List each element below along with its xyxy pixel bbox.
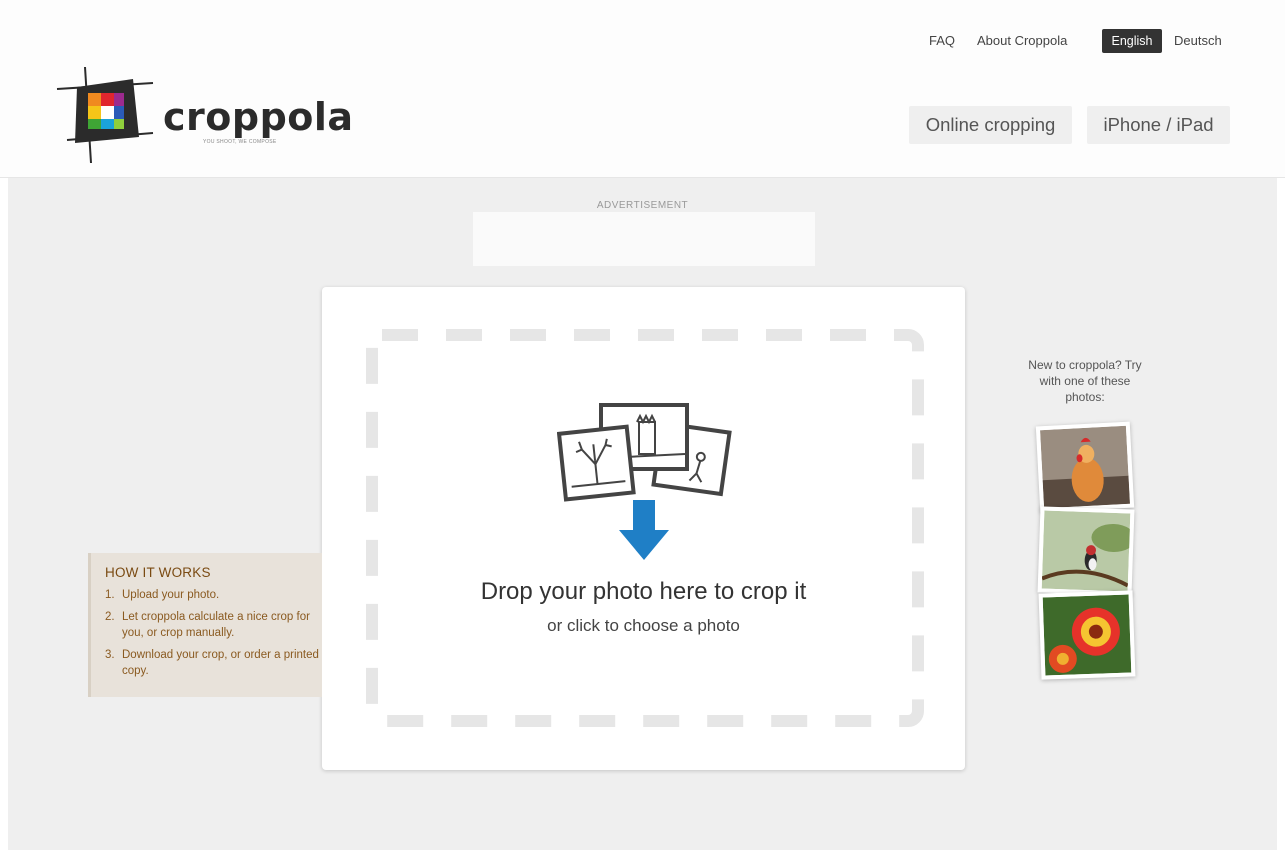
- step-text: Upload your photo.: [122, 589, 220, 601]
- logo-tagline: YOU SHOOT, WE COMPOSE: [203, 139, 277, 145]
- how-it-works-panel: HOW IT WORKS 1. Upload your photo. 2. Le…: [88, 553, 322, 697]
- croppola-logo[interactable]: croppola YOU SHOOT, WE COMPOSE: [55, 65, 353, 165]
- ad-box[interactable]: [473, 212, 815, 266]
- step-text: Download your crop, or order a printed c…: [122, 649, 319, 677]
- step-item: 2. Let croppola calculate a nice crop fo…: [105, 609, 320, 641]
- step-item: 3. Download your crop, or order a printe…: [105, 647, 320, 679]
- faq-link[interactable]: FAQ: [929, 33, 955, 48]
- header: croppola YOU SHOOT, WE COMPOSE FAQ About…: [0, 0, 1285, 178]
- step-number: 2.: [105, 611, 115, 623]
- photos-upload-icon: [557, 403, 732, 560]
- step-item: 1. Upload your photo.: [105, 587, 320, 603]
- sample-photo-flowers[interactable]: [1038, 590, 1136, 680]
- sample-photo-rooster[interactable]: [1035, 421, 1135, 513]
- step-number: 1.: [105, 589, 115, 601]
- sample-photos-intro: New to croppola? Try with one of these p…: [1028, 358, 1142, 404]
- logo-wordmark: croppola: [163, 95, 354, 139]
- online-cropping-button[interactable]: Online cropping: [909, 106, 1072, 144]
- lang-english-button[interactable]: English: [1102, 29, 1162, 53]
- logo-icon: [56, 66, 154, 164]
- sample-photo-bird[interactable]: [1037, 506, 1135, 596]
- step-text: Let croppola calculate a nice crop for y…: [122, 611, 310, 639]
- top-links: FAQ About Croppola English Deutsch: [0, 29, 1285, 53]
- arrow-down-icon: [619, 500, 669, 560]
- ad-label: ADVERTISEMENT: [596, 200, 689, 211]
- photo-dropzone[interactable]: Drop your photo here to crop it or click…: [322, 287, 965, 770]
- dropzone-title: Drop your photo here to crop it: [480, 578, 807, 605]
- how-it-works-steps: 1. Upload your photo. 2. Let croppola ca…: [105, 587, 320, 685]
- how-it-works-title: HOW IT WORKS: [105, 565, 211, 580]
- about-link[interactable]: About Croppola: [977, 33, 1067, 48]
- choose-photo-link[interactable]: or click to choose a photo: [322, 616, 965, 636]
- step-number: 3.: [105, 649, 115, 661]
- iphone-ipad-button[interactable]: iPhone / iPad: [1087, 106, 1230, 144]
- lang-deutsch-link[interactable]: Deutsch: [1174, 33, 1222, 48]
